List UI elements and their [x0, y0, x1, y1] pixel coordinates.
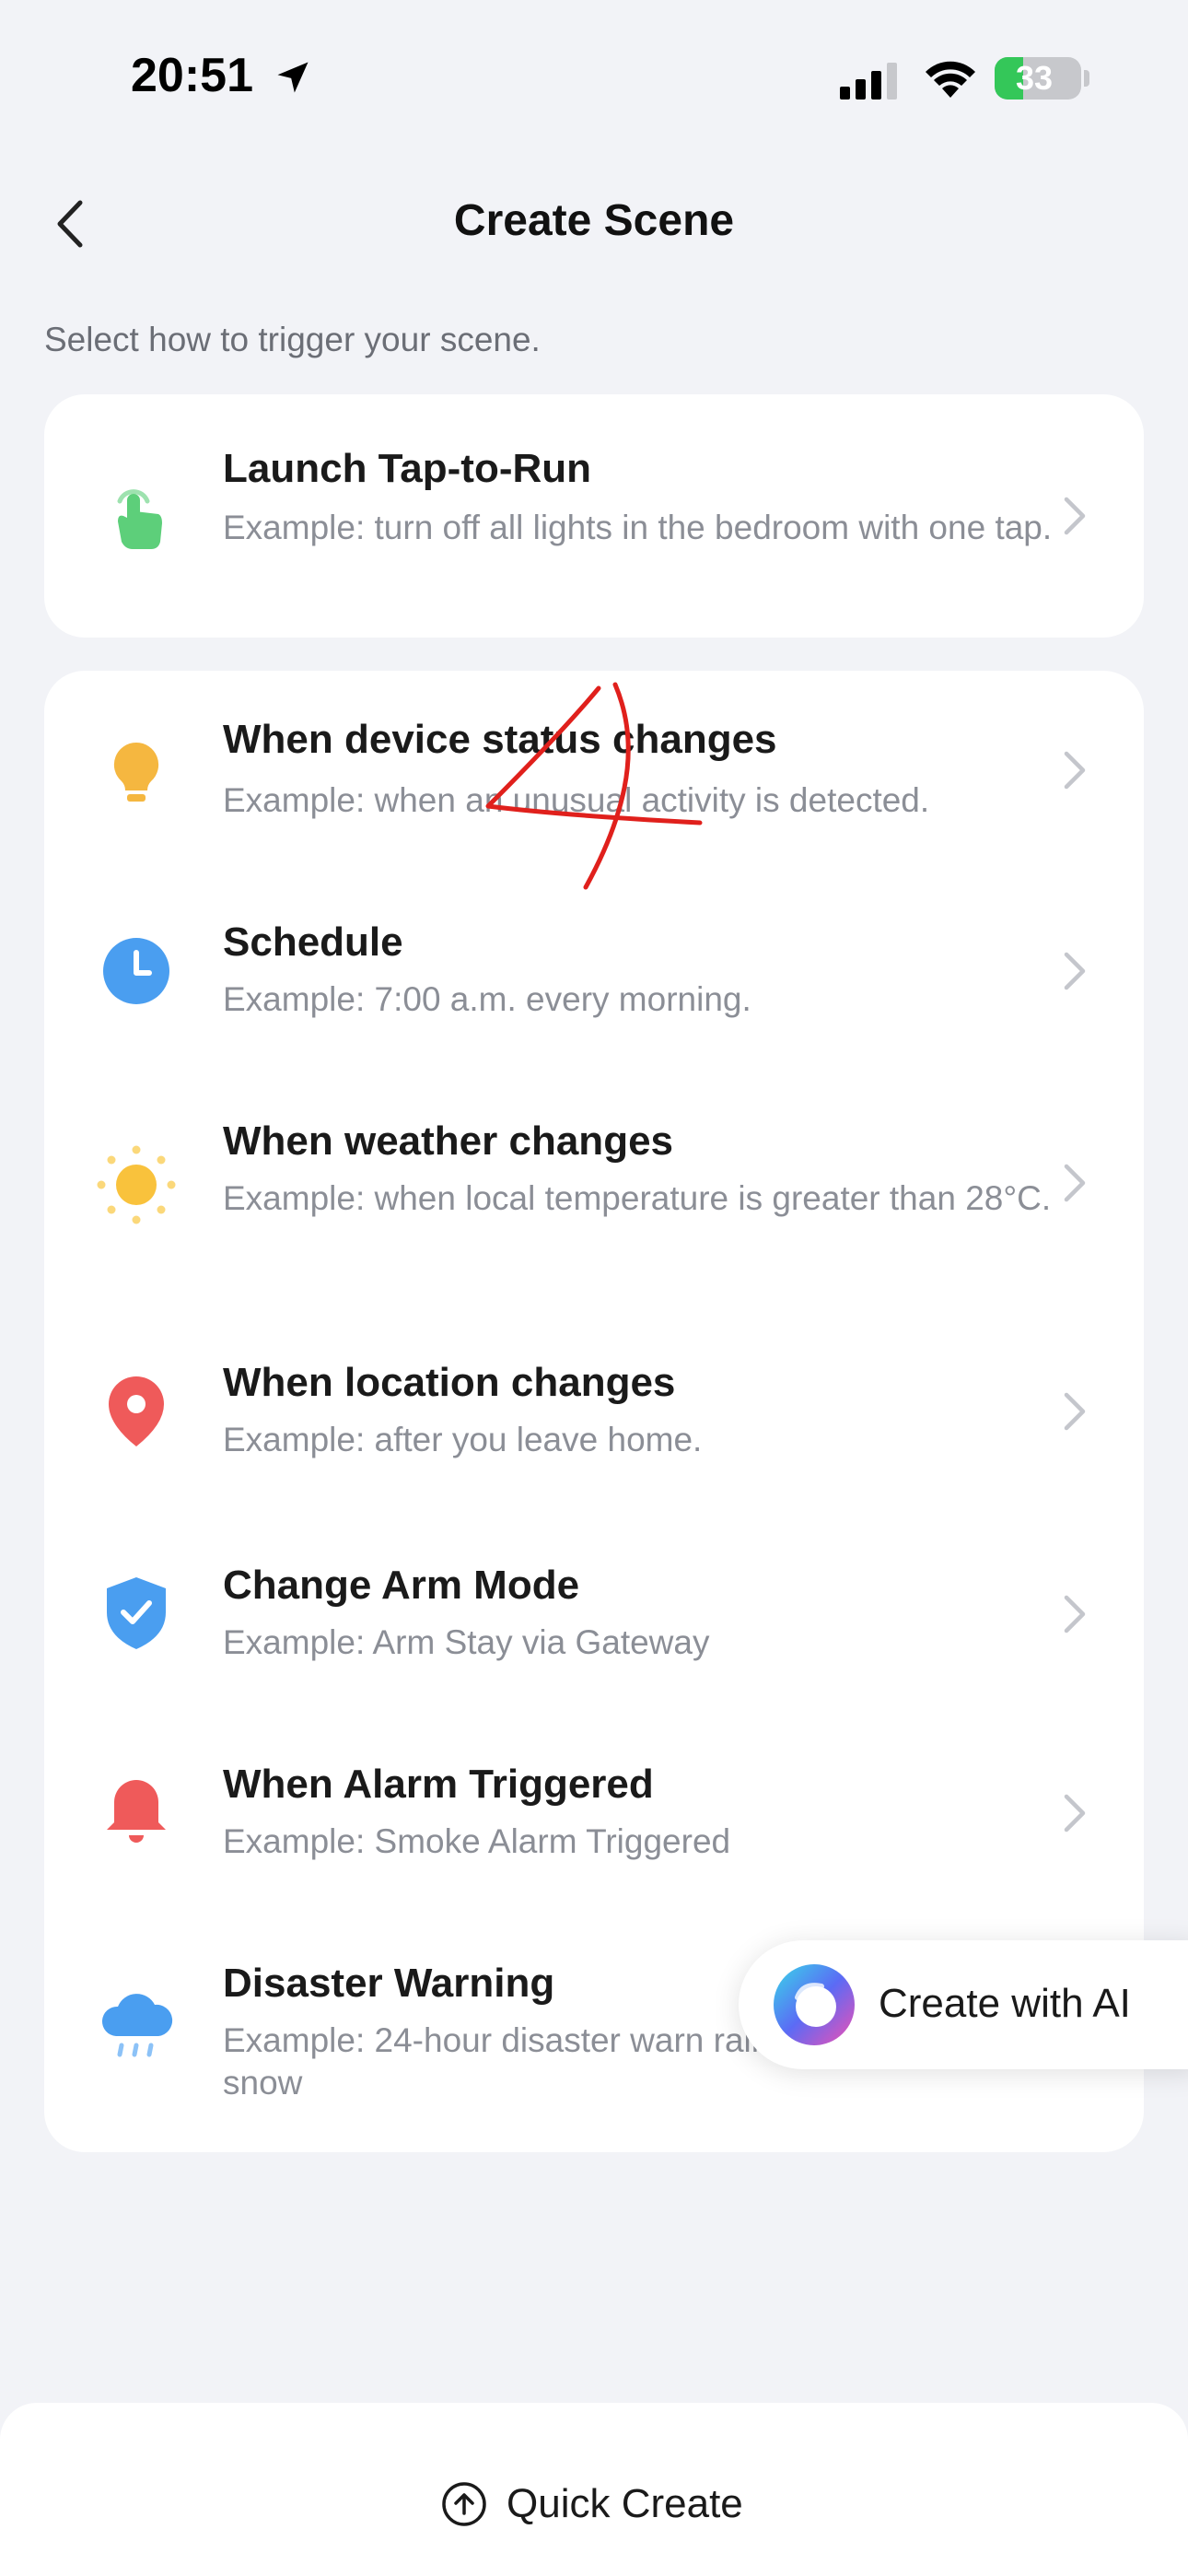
- status-time: 20:51: [131, 49, 253, 102]
- upload-arrow-icon: [442, 2482, 486, 2526]
- trigger-title: Change Arm Mode: [223, 1563, 580, 1608]
- trigger-title: When Alarm Triggered: [223, 1762, 654, 1807]
- sun-icon: [97, 1145, 176, 1224]
- chevron-right-icon: [1064, 952, 1086, 990]
- clock-icon: [103, 938, 169, 1004]
- battery-percent: 33: [1015, 59, 1054, 97]
- trigger-row-location[interactable]: When location changes Example: after you…: [44, 1312, 1144, 1511]
- battery-indicator: 33: [995, 57, 1081, 100]
- trigger-title: Schedule: [223, 919, 403, 965]
- trigger-row-arm-mode[interactable]: Change Arm Mode Example: Arm Stay via Ga…: [44, 1511, 1144, 1710]
- status-bar: 20:51 33: [0, 0, 1188, 166]
- chevron-right-icon: [1064, 1794, 1086, 1832]
- chevron-right-icon: [1064, 751, 1086, 790]
- tap-hand-icon: [117, 489, 162, 549]
- cellular-signal-icon: [840, 63, 897, 100]
- quick-create-button[interactable]: Quick Create: [440, 2476, 743, 2532]
- chevron-right-icon: [1064, 1164, 1086, 1202]
- trigger-title: Disaster Warning: [223, 1961, 555, 2006]
- page-title: Create Scene: [453, 196, 735, 245]
- lightbulb-icon: [113, 742, 159, 802]
- trigger-title: Launch Tap-to-Run: [223, 446, 591, 491]
- chevron-right-icon: [1064, 1392, 1086, 1431]
- location-arrow-icon: [277, 62, 309, 93]
- trigger-title: When location changes: [223, 1360, 676, 1405]
- create-with-ai-button[interactable]: Create with AI: [739, 1940, 1188, 2069]
- trigger-row-schedule[interactable]: Schedule Example: 7:00 a.m. every mornin…: [44, 870, 1144, 1069]
- trigger-description: Example: after you leave home.: [223, 1421, 703, 1458]
- annotation-scribble: [485, 682, 703, 890]
- trigger-row-alarm[interactable]: When Alarm Triggered Example: Smoke Alar…: [44, 1710, 1144, 1909]
- ai-orb-icon: [774, 1964, 855, 2045]
- trigger-description: Example: when local temperature is great…: [223, 1179, 1052, 1217]
- battery-cap: [1084, 70, 1089, 87]
- tap-to-run-card[interactable]: Launch Tap-to-Run Example: turn off all …: [44, 394, 1144, 638]
- bell-icon: [107, 1780, 166, 1843]
- trigger-description: Example: Arm Stay via Gateway: [223, 1623, 710, 1661]
- trigger-description: Example: turn off all lights in the bedr…: [223, 509, 1053, 546]
- create-with-ai-label: Create with AI: [879, 1981, 1131, 2026]
- trigger-description: Example: Smoke Alarm Triggered: [223, 1822, 731, 1860]
- trigger-row-weather[interactable]: When weather changes Example: when local…: [44, 1069, 1144, 1312]
- page-subtitle: Select how to trigger your scene.: [44, 321, 541, 358]
- trigger-row-tap-to-run[interactable]: Launch Tap-to-Run Example: turn off all …: [44, 394, 1144, 638]
- trigger-description: Example: 7:00 a.m. every morning.: [223, 980, 751, 1018]
- bottom-bar: Quick Create: [0, 2403, 1188, 2576]
- chevron-right-icon: [1064, 497, 1086, 535]
- shield-check-icon: [107, 1577, 166, 1649]
- quick-create-label: Quick Create: [507, 2481, 743, 2526]
- chevron-right-icon: [1064, 1595, 1086, 1633]
- rain-cloud-icon: [101, 1994, 173, 2057]
- wifi-icon: [926, 61, 975, 98]
- location-pin-icon: [109, 1376, 164, 1446]
- trigger-title: When weather changes: [223, 1118, 674, 1164]
